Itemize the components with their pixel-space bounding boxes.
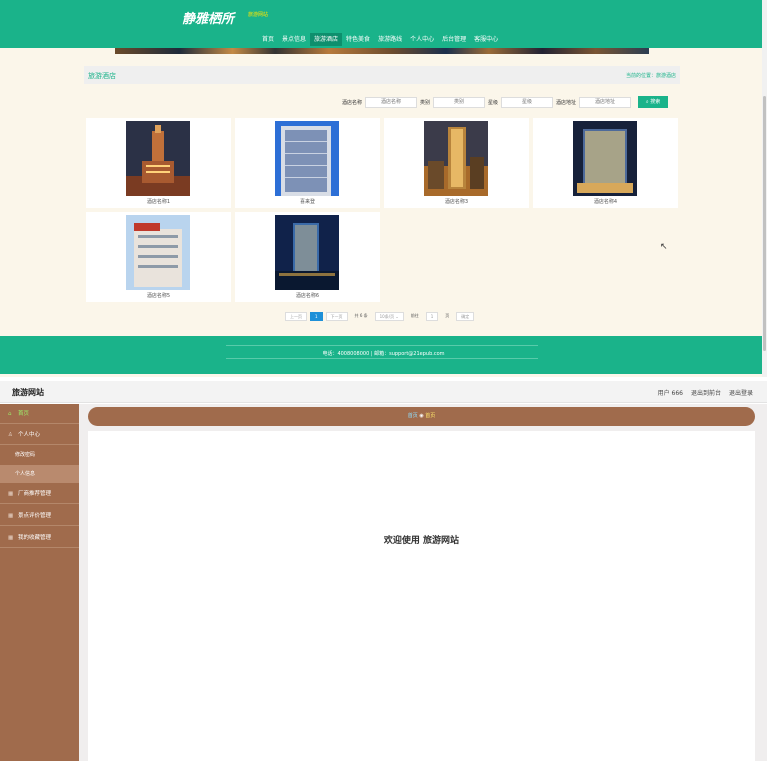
search-label-star: 星级 (488, 99, 499, 106)
goto-label: 前往 (410, 312, 419, 318)
hotel-name-input[interactable] (365, 96, 418, 108)
admin-sidebar: ⌂ 首页 ♙ 个人中心 修改密码 个人信息 ▦ 厂商推荐管理 ▦ 景点评价管理 ▦ 我的收… (0, 404, 79, 761)
banner-image (115, 48, 649, 54)
sidebar-sub-change-password[interactable]: 修改密码 (0, 446, 79, 464)
home-icon: ⌂ (8, 411, 12, 417)
footer-divider (226, 345, 538, 346)
sidebar-sub-personal-info[interactable]: 个人信息 (0, 465, 79, 483)
nav-attractions[interactable]: 景点信息 (278, 33, 310, 46)
page-unit: 页 (445, 312, 450, 318)
hotel-image (126, 215, 190, 290)
welcome-title: 欢迎使用 旅游网站 (383, 536, 460, 546)
page-size-select[interactable]: 10条/页 ⌄ (374, 311, 404, 321)
nav-food[interactable]: 特色美食 (342, 33, 374, 46)
next-page-button[interactable]: 下一页 (325, 311, 348, 321)
user-icon: ♙ (8, 432, 13, 438)
goto-input[interactable]: 1 (425, 311, 439, 321)
admin-brand: 旅游网站 (12, 388, 44, 397)
nav-hotels[interactable]: 旅游酒店 (310, 33, 343, 46)
sidebar-item-vendor[interactable]: ▦ 厂商推荐管理 (0, 484, 79, 504)
sidebar-item-label: 个人中心 (18, 432, 41, 438)
admin-breadcrumb: 首页 ◉ 首页 (88, 407, 755, 426)
hotel-name: 酒店名称5 (146, 293, 171, 299)
hotel-card[interactable]: 酒店名称4 (533, 118, 678, 208)
search-label-type: 类别 (420, 99, 431, 106)
site-header: 静雅栖所 旅游网站 首页 景点信息 旅游酒店 特色美食 旅游路线 个人中心 后台… (0, 0, 767, 48)
search-label-name: 酒店名称 (342, 99, 363, 106)
pagination: 上一页 1 下一页 共 6 条 10条/页 ⌄ 前往 1 页 确定 (285, 311, 475, 321)
site-preview: 静雅栖所 旅游网站 首页 景点信息 旅游酒店 特色美食 旅游路线 个人中心 后台… (0, 0, 767, 377)
footer-divider (226, 358, 538, 359)
sidebar-item-label: 景点评价管理 (18, 513, 52, 519)
hotel-name: 酒店名称6 (295, 293, 320, 299)
footer-contact: 电话：4008008000 | 邮箱：support@21epub.com (322, 351, 445, 357)
hotel-card[interactable]: 酒店名称5 (86, 212, 231, 302)
sidebar-item-label: 首页 (18, 411, 30, 417)
total-count: 共 6 条 (354, 312, 368, 318)
content-area: 欢迎使用 旅游网站 (88, 431, 755, 761)
sidebar-item-favorites[interactable]: ▦ 我的收藏管理 (0, 528, 79, 548)
mouse-cursor-icon: ↖ (660, 242, 668, 252)
nav-service[interactable]: 客服中心 (470, 33, 502, 46)
nav-profile[interactable]: 个人中心 (406, 33, 438, 46)
logout-link[interactable]: 退出登录 (729, 388, 753, 397)
nav-admin[interactable]: 后台管理 (438, 33, 470, 46)
sidebar-item-label: 我的收藏管理 (18, 535, 52, 541)
type-input[interactable] (433, 96, 486, 108)
search-form: 酒店名称 类别 星级 酒店地址 ⌕ 搜索 (342, 96, 669, 108)
hotel-card[interactable]: 喜来登 (235, 118, 380, 208)
hotel-image (275, 121, 339, 196)
admin-top-links: 用户 666 退出到前台 退出登录 (658, 388, 753, 397)
address-input[interactable] (579, 96, 632, 108)
grid-icon: ▦ (8, 513, 14, 519)
hotel-image (126, 121, 190, 196)
main-nav: 首页 景点信息 旅游酒店 特色美食 旅游路线 个人中心 后台管理 客服中心 (258, 33, 502, 46)
hotel-image (424, 121, 488, 196)
hotel-card[interactable]: 酒店名称6 (235, 212, 380, 302)
hotel-name: 酒店名称4 (593, 199, 618, 205)
hotel-image (275, 215, 339, 290)
site-logo-subtitle: 旅游网站 (248, 12, 269, 18)
search-button[interactable]: ⌕ 搜索 (638, 96, 669, 108)
star-input[interactable] (501, 96, 554, 108)
hotel-name: 喜来登 (299, 199, 315, 205)
current-user: 用户 666 (657, 390, 683, 397)
breadcrumb-separator-icon: ◉ (419, 413, 424, 419)
breadcrumb-current: 首页 (425, 413, 436, 419)
sidebar-item-reviews[interactable]: ▦ 景点评价管理 (0, 506, 79, 526)
nav-home[interactable]: 首页 (258, 33, 278, 46)
site-footer: 电话：4008008000 | 邮箱：support@21epub.com (0, 336, 767, 374)
breadcrumb: 当前的位置：旅游酒店 (625, 73, 676, 79)
panel-title-bar: 旅游酒店 当前的位置：旅游酒店 (84, 66, 680, 84)
hotel-card[interactable]: 酒店名称3 (384, 118, 529, 208)
page-number[interactable]: 1 (310, 311, 323, 321)
hotel-card[interactable]: 酒店名称1 (86, 118, 231, 208)
grid-icon: ▦ (8, 535, 14, 541)
hotel-name: 酒店名称3 (444, 199, 469, 205)
hotel-name: 酒店名称1 (146, 199, 171, 205)
breadcrumb-home[interactable]: 首页 (408, 413, 418, 419)
hotel-image (573, 121, 637, 196)
prev-page-button[interactable]: 上一页 (285, 311, 307, 321)
sidebar-item-home[interactable]: ⌂ 首页 (0, 404, 79, 424)
grid-icon: ▦ (8, 491, 14, 497)
search-label-address: 酒店地址 (556, 99, 577, 106)
preview-scrollbar[interactable] (762, 0, 767, 377)
back-to-frontend-link[interactable]: 退出到前台 (691, 388, 721, 397)
scroll-thumb[interactable] (763, 96, 766, 351)
goto-confirm-button[interactable]: 确定 (456, 311, 475, 321)
admin-topbar: 旅游网站 用户 666 退出到前台 退出登录 (0, 381, 767, 403)
site-logo[interactable]: 静雅栖所 (182, 8, 234, 27)
hotel-panel: 旅游酒店 当前的位置：旅游酒店 酒店名称 类别 星级 酒店地址 ⌕ 搜索 酒店名… (84, 66, 680, 330)
admin-main: 首页 ◉ 首页 欢迎使用 旅游网站 (88, 407, 755, 761)
sidebar-item-label: 厂商推荐管理 (18, 491, 52, 497)
nav-routes[interactable]: 旅游路线 (374, 33, 406, 46)
search-button-label: 搜索 (650, 99, 661, 105)
sidebar-item-profile[interactable]: ♙ 个人中心 (0, 425, 79, 445)
panel-title: 旅游酒店 (88, 72, 116, 80)
